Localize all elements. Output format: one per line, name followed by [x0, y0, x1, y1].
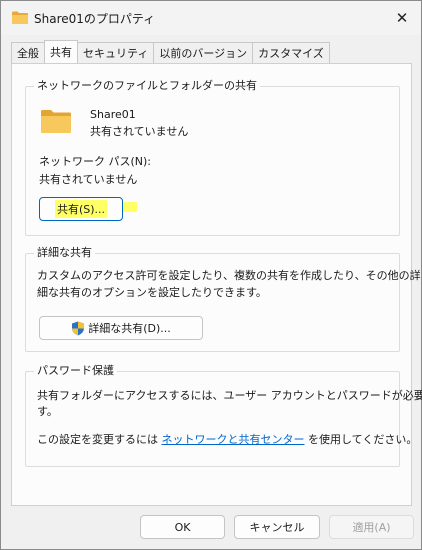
- apply-button[interactable]: 適用(A): [329, 515, 414, 539]
- password-change-instruction: この設定を変更するには ネットワークと共有センター を使用してください。: [37, 432, 417, 447]
- group-title: 詳細な共有: [34, 246, 95, 260]
- properties-dialog: Share01のプロパティ ✕ 全般 共有 セキュリティ 以前のバージョン カス…: [0, 0, 422, 550]
- advanced-share-button-label: 詳細な共有(D)...: [88, 322, 171, 335]
- advanced-share-button[interactable]: 詳細な共有(D)...: [39, 316, 203, 340]
- tab-label: 以前のバージョン: [159, 47, 248, 60]
- network-path-value: 共有されていません: [39, 173, 138, 186]
- cancel-button[interactable]: キャンセル: [234, 515, 320, 539]
- network-share-group: ネットワークのファイルとフォルダーの共有 Share01 共有されていません ネ…: [25, 79, 400, 236]
- close-icon: ✕: [395, 9, 409, 27]
- advanced-description-line1: カスタムのアクセス許可を設定したり、複数の共有を作成したり、その他の詳: [37, 269, 421, 282]
- tab-label: 共有: [50, 46, 72, 59]
- instruction-prefix: この設定を変更するには: [37, 433, 158, 446]
- window-title: Share01のプロパティ: [34, 12, 156, 26]
- folder-share-status: 共有されていません: [90, 125, 189, 138]
- ok-button-label: OK: [174, 520, 191, 534]
- apply-button-label: 適用(A): [352, 521, 391, 534]
- network-sharing-center-link[interactable]: ネットワークと共有センター: [162, 433, 305, 446]
- folder-icon: [41, 110, 71, 133]
- password-description-line1: 共有フォルダーにアクセスするには、ユーザー アカウントとパスワードが必要で: [37, 389, 422, 402]
- password-protection-group: パスワード保護 共有フォルダーにアクセスするには、ユーザー アカウントとパスワー…: [25, 364, 422, 467]
- group-title: ネットワークのファイルとフォルダーの共有: [34, 79, 260, 93]
- tab-label: 全般: [17, 47, 39, 60]
- advanced-share-group: 詳細な共有 カスタムのアクセス許可を設定したり、複数の共有を作成したり、その他の…: [25, 246, 421, 352]
- tab-previous-versions[interactable]: 以前のバージョン: [153, 42, 254, 63]
- password-description-line2: す。: [37, 405, 58, 418]
- tab-label: セキュリティ: [83, 47, 149, 60]
- share-button-label: 共有(S)...: [54, 200, 108, 218]
- tab-sharing[interactable]: 共有: [44, 40, 78, 63]
- advanced-description-line2: 細な共有のオプションを設定したりできます。: [37, 286, 267, 299]
- tab-bar: 全般 共有 セキュリティ 以前のバージョン カスタマイズ: [11, 40, 330, 64]
- tab-customize[interactable]: カスタマイズ: [252, 42, 330, 63]
- ok-button[interactable]: OK: [140, 515, 225, 539]
- instruction-suffix: を使用してください。: [308, 433, 418, 446]
- tab-label: カスタマイズ: [258, 47, 324, 60]
- tab-general[interactable]: 全般: [11, 42, 45, 63]
- sharing-panel: ネットワークのファイルとフォルダーの共有 Share01 共有されていません ネ…: [11, 63, 422, 506]
- network-path-label: ネットワーク パス(N):: [39, 155, 152, 168]
- highlight-mark: [123, 202, 137, 212]
- title-bar[interactable]: Share01のプロパティ ✕: [1, 1, 421, 35]
- close-button[interactable]: ✕: [391, 7, 413, 29]
- folder-name: Share01: [90, 108, 136, 121]
- tab-security[interactable]: セキュリティ: [77, 42, 155, 63]
- folder-icon: [12, 11, 28, 24]
- group-title: パスワード保護: [34, 364, 117, 378]
- uac-shield-icon: [72, 321, 85, 335]
- cancel-button-label: キャンセル: [249, 521, 305, 534]
- share-button[interactable]: 共有(S)...: [39, 197, 123, 221]
